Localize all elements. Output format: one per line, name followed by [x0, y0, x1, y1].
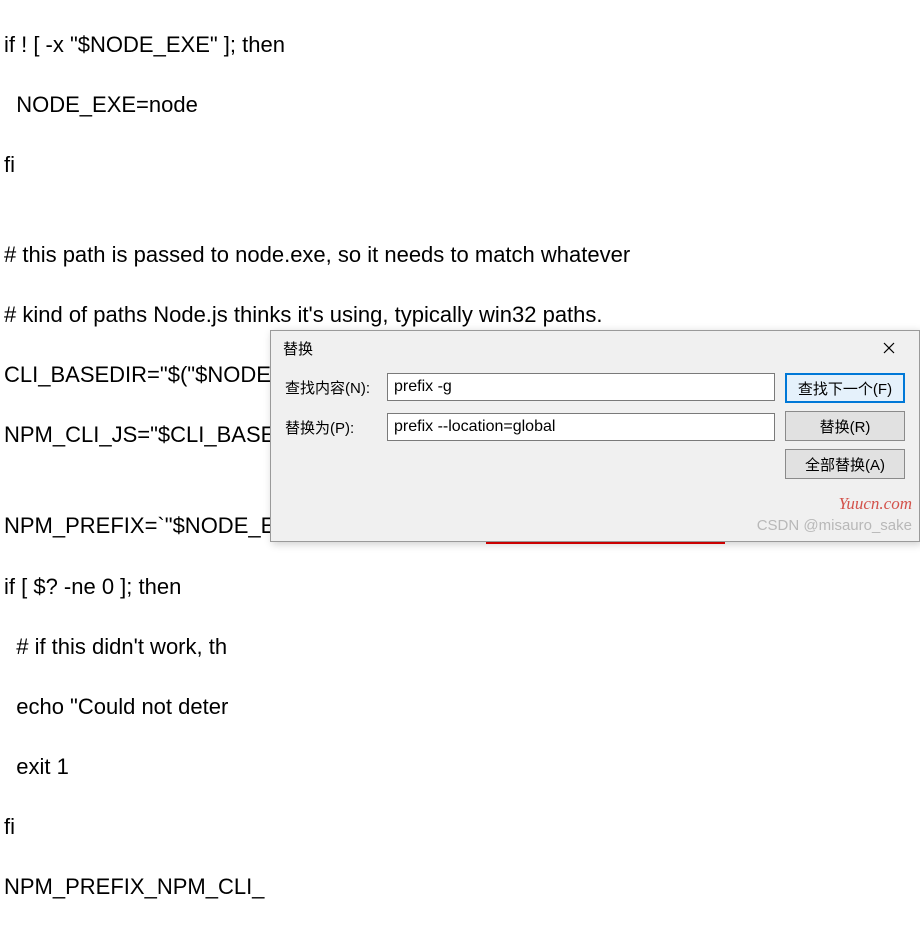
watermark-author: CSDN @misauro_sake: [757, 517, 912, 534]
find-next-button[interactable]: 查找下一个(F): [785, 373, 905, 403]
code-line: # kind of paths Node.js thinks it's usin…: [4, 300, 916, 330]
replace-all-button[interactable]: 全部替换(A): [785, 449, 905, 479]
replace-button[interactable]: 替换(R): [785, 411, 905, 441]
close-icon: [883, 342, 895, 354]
code-line: if ! [ -x "$NODE_EXE" ]; then: [4, 30, 916, 60]
dialog-titlebar[interactable]: 替换: [271, 331, 919, 365]
code-line: # if this didn't work, th: [4, 632, 916, 662]
code-line: fi: [4, 812, 916, 842]
code-line: fi: [4, 150, 916, 180]
watermark-site: Yuucn.com: [838, 494, 912, 514]
replace-dialog: 替换 查找内容(N): 替换为(P): 查找下一个(F) 替换(R) 全部替换(…: [270, 330, 920, 542]
code-line: NODE_EXE=node: [4, 90, 916, 120]
code-line: # this path is passed to node.exe, so it…: [4, 240, 916, 270]
code-line: NPM_PREFIX_NPM_CLI_: [4, 872, 916, 902]
code-line: exit 1: [4, 752, 916, 782]
code-line: if [ $? -ne 0 ]; then: [4, 572, 916, 602]
dialog-title: 替换: [283, 338, 313, 359]
replace-label: 替换为(P):: [285, 417, 377, 438]
close-button[interactable]: [867, 333, 911, 363]
replace-input[interactable]: [387, 413, 775, 441]
find-label: 查找内容(N):: [285, 377, 377, 398]
find-input[interactable]: [387, 373, 775, 401]
code-line: echo "Could not deter: [4, 692, 916, 722]
